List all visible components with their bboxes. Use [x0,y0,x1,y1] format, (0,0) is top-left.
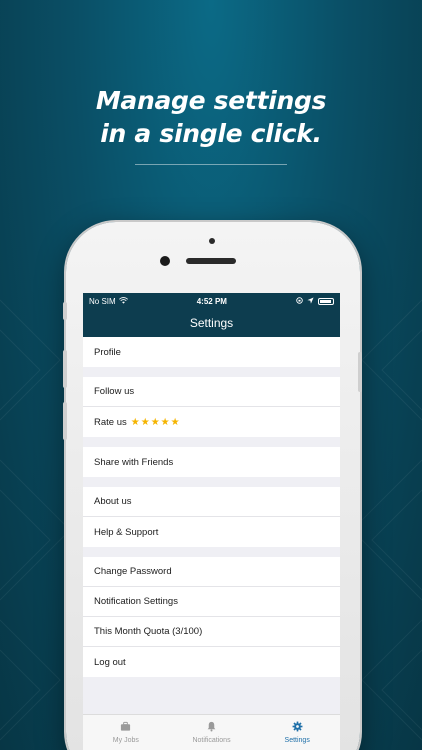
settings-item-label: Profile [94,346,121,358]
carrier-label: No SIM [89,296,116,306]
wifi-icon [118,296,128,306]
location-icon [307,296,314,306]
tab-settings[interactable]: Settings [254,715,340,750]
settings-item-label: Rate us [94,416,127,428]
phone-speaker [186,258,236,264]
settings-item-label: Share with Friends [94,456,174,468]
section-gap [83,477,340,487]
tab-label: Settings [284,737,310,744]
tab-label: My Jobs [112,737,139,744]
battery-icon [318,297,334,305]
settings-item-notification-settings[interactable]: Notification Settings [83,587,340,617]
settings-item-change-password[interactable]: Change Password [83,557,340,587]
section-gap [83,437,340,447]
phone-camera [160,256,170,266]
headline-divider [135,164,287,165]
star-icon: ★ [130,416,141,428]
settings-item-log-out[interactable]: Log out [83,647,340,677]
star-icon: ★ [160,416,171,428]
settings-item-help-support[interactable]: Help & Support [83,517,340,547]
tab-notifications[interactable]: Notifications [169,715,255,750]
tab-bar: My Jobs Notifications Settings [83,714,340,750]
gear-icon [292,721,303,734]
settings-item-label: About us [94,496,132,507]
bell-icon [206,721,217,734]
settings-item-label: Follow us [94,386,135,397]
star-icon: ★ [150,416,161,428]
settings-list: Profile Follow us Rate us ★★★★★ Share wi… [83,337,340,677]
rating-stars: ★★★★★ [131,417,181,428]
briefcase-icon [120,721,131,734]
tab-my-jobs[interactable]: My Jobs [83,715,169,750]
settings-item-label: Help & Support [94,526,159,538]
orientation-lock-icon [296,296,303,306]
phone-screen: No SIM 4:52 PM Settings Profile Follow u… [83,293,340,750]
status-time: 4:52 PM [196,296,227,306]
settings-item-quota[interactable]: This Month Quota (3/100) [83,617,340,647]
settings-item-label: This Month Quota (3/100) [94,626,203,637]
star-icon: ★ [170,416,181,428]
phone-volume-down [63,402,67,440]
headline-line-2: in a single click. [100,119,322,148]
section-gap [83,367,340,377]
phone-volume-up [63,350,67,388]
phone-power-button [358,352,362,392]
nav-bar: Settings [83,309,340,337]
settings-item-rate-us[interactable]: Rate us ★★★★★ [83,407,340,437]
settings-item-share[interactable]: Share with Friends [83,447,340,477]
phone-mute-switch [63,302,67,320]
phone-sensor [209,238,215,244]
settings-item-profile[interactable]: Profile [83,337,340,367]
settings-item-label: Log out [94,656,126,668]
settings-item-follow-us[interactable]: Follow us [83,377,340,407]
status-bar: No SIM 4:52 PM [83,293,340,309]
settings-item-label: Notification Settings [94,596,178,607]
settings-item-about-us[interactable]: About us [83,487,340,517]
settings-item-label: Change Password [94,566,172,577]
headline: Manage settings in a single click. [0,84,422,150]
star-icon: ★ [140,416,151,428]
section-gap [83,547,340,557]
page-title: Settings [189,316,234,330]
headline-line-1: Manage settings [95,86,327,115]
tab-label: Notifications [192,737,231,744]
